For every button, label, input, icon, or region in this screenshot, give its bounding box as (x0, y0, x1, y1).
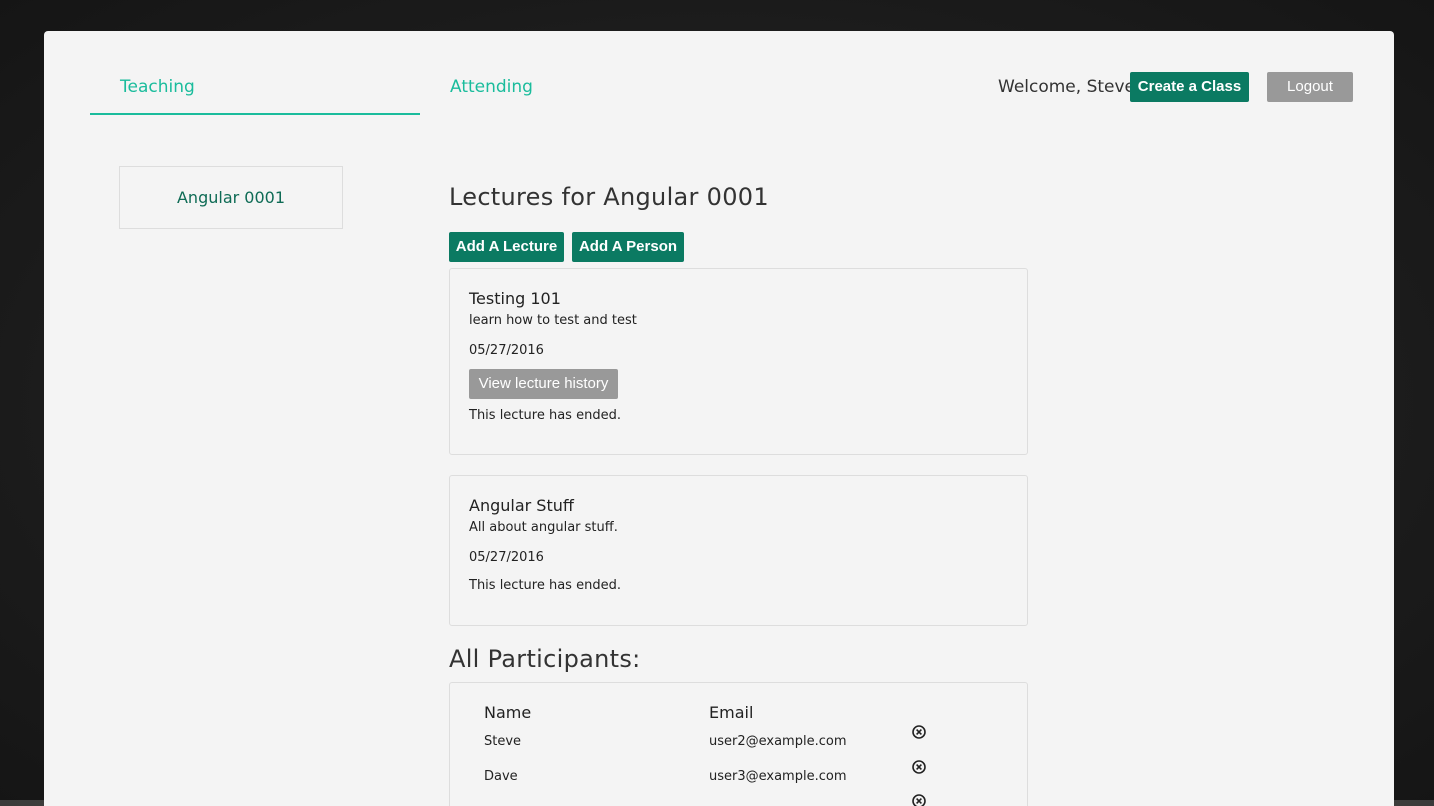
app-panel: Teaching Attending Welcome, Steve Create… (44, 31, 1394, 806)
participant-email: user2@example.com (709, 734, 847, 749)
lecture-status: This lecture has ended. (469, 578, 621, 593)
participant-name: Steve (484, 734, 522, 749)
lecture-description: learn how to test and test (469, 313, 637, 328)
lecture-card: Testing 101 learn how to test and test 0… (449, 268, 1028, 455)
remove-participant-icon[interactable] (911, 759, 927, 775)
lecture-title: Angular Stuff (469, 496, 574, 515)
lecture-status: This lecture has ended. (469, 408, 621, 423)
lecture-title: Testing 101 (469, 289, 561, 308)
view-lecture-history-button[interactable]: View lecture history (469, 369, 618, 399)
participants-table: Name Email Steve user2@example.com Dave … (449, 682, 1028, 806)
lecture-card: Angular Stuff All about angular stuff. 0… (449, 475, 1028, 626)
class-item-angular-0001[interactable]: Angular 0001 (119, 166, 343, 229)
lecture-date: 05/27/2016 (469, 550, 544, 565)
welcome-text: Welcome, Steve (998, 77, 1136, 97)
column-header-email: Email (709, 703, 754, 722)
tab-attending[interactable]: Attending (450, 77, 533, 97)
lectures-title: Lectures for Angular 0001 (449, 183, 769, 211)
class-item-label: Angular 0001 (176, 188, 285, 207)
add-person-button[interactable]: Add A Person (572, 232, 684, 262)
remove-participant-icon[interactable] (911, 724, 927, 740)
lecture-date: 05/27/2016 (469, 343, 544, 358)
tab-teaching[interactable]: Teaching (120, 77, 195, 97)
lecture-description: All about angular stuff. (469, 520, 618, 535)
logout-button[interactable]: Logout (1267, 72, 1353, 102)
create-class-button[interactable]: Create a Class (1130, 72, 1249, 102)
active-tab-indicator (90, 113, 420, 115)
remove-participant-icon[interactable] (911, 793, 927, 806)
add-lecture-button[interactable]: Add A Lecture (449, 232, 564, 262)
participants-title: All Participants: (449, 645, 641, 673)
column-header-name: Name (484, 703, 532, 722)
participant-email: user3@example.com (709, 769, 847, 784)
participant-name: Dave (484, 769, 518, 784)
